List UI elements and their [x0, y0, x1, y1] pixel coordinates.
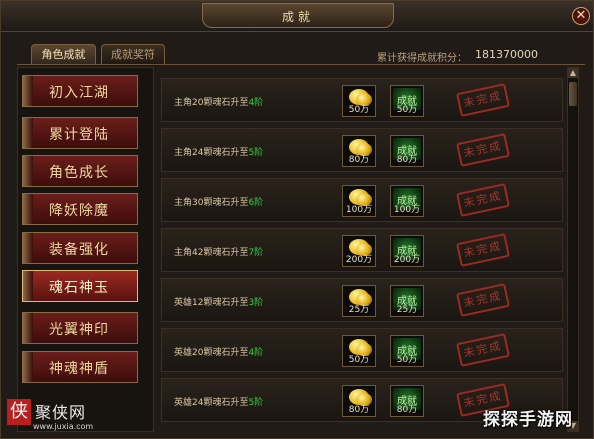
- close-button[interactable]: ✕: [572, 7, 590, 25]
- window-title: 成就: [281, 10, 314, 24]
- achievement-list: 主角20颗魂石升至4阶 50万 成就 50万 未完成 主角24颗魂石升至5阶 80…: [161, 78, 563, 430]
- achievement-level: 4阶: [248, 98, 264, 108]
- reward-amount: 200万: [345, 255, 373, 265]
- reward-amount: 100万: [345, 205, 373, 215]
- corner-watermark: 探探手游网: [483, 410, 573, 430]
- reward-amount: 100万: [393, 205, 421, 215]
- title-bar: 成就 ✕: [1, 1, 593, 32]
- achievement-reward-slot[interactable]: 成就 100万: [390, 185, 424, 217]
- list-item: 主角20颗魂石升至4阶 50万 成就 50万 未完成: [161, 78, 563, 122]
- achievement-level: 6阶: [248, 198, 264, 208]
- status-stamp: 未完成: [456, 133, 510, 167]
- list-item: 英雄12颗魂石升至3阶 25万 成就 25万 未完成: [161, 278, 563, 322]
- achievement-level: 5阶: [248, 398, 264, 408]
- sidebar-item-label: 魂石神玉: [49, 280, 109, 296]
- sidebar-item-shield[interactable]: 神魂神盾: [22, 351, 138, 383]
- sidebar-item-wings[interactable]: 光翼神印: [22, 312, 138, 344]
- achievement-desc: 英雄20颗魂石升至4阶: [174, 348, 264, 358]
- achievement-desc: 主角42颗魂石升至7阶: [174, 248, 264, 258]
- reward-amount: 25万: [396, 305, 418, 315]
- coin-reward-slot[interactable]: 50万: [342, 335, 376, 367]
- title-plate: 成就: [202, 3, 394, 28]
- achievement-reward-slot[interactable]: 成就 50万: [390, 335, 424, 367]
- reward-amount: 50万: [396, 105, 418, 115]
- tab-character-achievements[interactable]: 角色成就: [31, 44, 96, 65]
- status-stamp: 未完成: [456, 183, 510, 217]
- reward-amount: 80万: [348, 155, 370, 165]
- sidebar-item-demons[interactable]: 降妖除魔: [22, 193, 138, 225]
- coin-reward-slot[interactable]: 80万: [342, 135, 376, 167]
- sidebar-item-beginner[interactable]: 初入江湖: [22, 75, 138, 107]
- achievement-reward-slot[interactable]: 成就 80万: [390, 385, 424, 417]
- list-item: 主角30颗魂石升至6阶 100万 成就 100万 未完成: [161, 178, 563, 222]
- sidebar-item-label: 初入江湖: [49, 85, 109, 101]
- coin-reward-slot[interactable]: 50万: [342, 85, 376, 117]
- reward-amount: 50万: [348, 355, 370, 365]
- achievement-window: 成就 ✕ 角色成就 成就奖符 累计获得成就积分： 181370000 初入江湖 …: [0, 0, 594, 439]
- achievement-level: 4阶: [248, 348, 264, 358]
- list-item: 主角42颗魂石升至7阶 200万 成就 200万 未完成: [161, 228, 563, 272]
- status-stamp: 未完成: [456, 333, 510, 367]
- achievement-level: 5阶: [248, 148, 264, 158]
- sidebar-item-label: 光翼神印: [49, 322, 109, 338]
- reward-amount: 200万: [393, 255, 421, 265]
- achievement-reward-slot[interactable]: 成就 50万: [390, 85, 424, 117]
- site-url: www.juxia.com: [33, 422, 94, 431]
- tabs-divider: [17, 64, 585, 65]
- reward-amount: 80万: [348, 405, 370, 415]
- list-item: 主角24颗魂石升至5阶 80万 成就 80万 未完成: [161, 128, 563, 172]
- sidebar-item-label: 装备强化: [49, 242, 109, 258]
- tab-achievement-talisman[interactable]: 成就奖符: [101, 44, 165, 65]
- coin-reward-slot[interactable]: 25万: [342, 285, 376, 317]
- achievement-desc: 主角30颗魂石升至6阶: [174, 198, 264, 208]
- achievement-reward-slot[interactable]: 成就 80万: [390, 135, 424, 167]
- achievement-reward-slot[interactable]: 成就 25万: [390, 285, 424, 317]
- site-seal-icon: 侠: [7, 399, 31, 425]
- achievement-desc: 主角20颗魂石升至4阶: [174, 98, 264, 108]
- coin-reward-slot[interactable]: 200万: [342, 235, 376, 267]
- coin-reward-slot[interactable]: 100万: [342, 185, 376, 217]
- sidebar-item-label: 累计登陆: [49, 127, 109, 143]
- reward-amount: 80万: [396, 155, 418, 165]
- achievement-desc: 英雄12颗魂石升至3阶: [174, 298, 264, 308]
- sidebar-item-equipment[interactable]: 装备强化: [22, 232, 138, 264]
- achievement-desc: 主角24颗魂石升至5阶: [174, 148, 264, 158]
- score-value: 181370000: [475, 48, 538, 61]
- sidebar-item-label: 降妖除魔: [49, 203, 109, 219]
- status-stamp: 未完成: [456, 83, 510, 117]
- sidebar-item-label: 神魂神盾: [49, 361, 109, 377]
- sidebar-item-growth[interactable]: 角色成长: [22, 155, 138, 187]
- scroll-up-button[interactable]: ▲: [568, 68, 578, 78]
- site-watermark: 侠 聚侠网 www.juxia.com: [7, 397, 119, 437]
- reward-amount: 80万: [396, 405, 418, 415]
- coin-reward-slot[interactable]: 80万: [342, 385, 376, 417]
- sidebar-item-login[interactable]: 累计登陆: [22, 117, 138, 149]
- close-icon: ✕: [575, 8, 587, 23]
- list-item: 英雄20颗魂石升至4阶 50万 成就 50万 未完成: [161, 328, 563, 372]
- achievement-level: 7阶: [248, 248, 264, 258]
- reward-amount: 25万: [348, 305, 370, 315]
- list-scrollbar[interactable]: ▲ ▼: [567, 67, 579, 432]
- reward-amount: 50万: [396, 355, 418, 365]
- sidebar-item-soulstone[interactable]: 魂石神玉: [22, 270, 138, 302]
- achievement-reward-slot[interactable]: 成就 200万: [390, 235, 424, 267]
- chevron-up-icon: ▲: [569, 68, 577, 77]
- reward-amount: 50万: [348, 105, 370, 115]
- score-label: 累计获得成就积分：: [377, 53, 467, 64]
- site-name: 聚侠网: [35, 403, 87, 422]
- achievement-desc: 英雄24颗魂石升至5阶: [174, 398, 264, 408]
- achievement-level: 3阶: [248, 298, 264, 308]
- sidebar-item-label: 角色成长: [49, 165, 109, 181]
- status-stamp: 未完成: [456, 233, 510, 267]
- scroll-thumb[interactable]: [569, 82, 577, 106]
- status-stamp: 未完成: [456, 283, 510, 317]
